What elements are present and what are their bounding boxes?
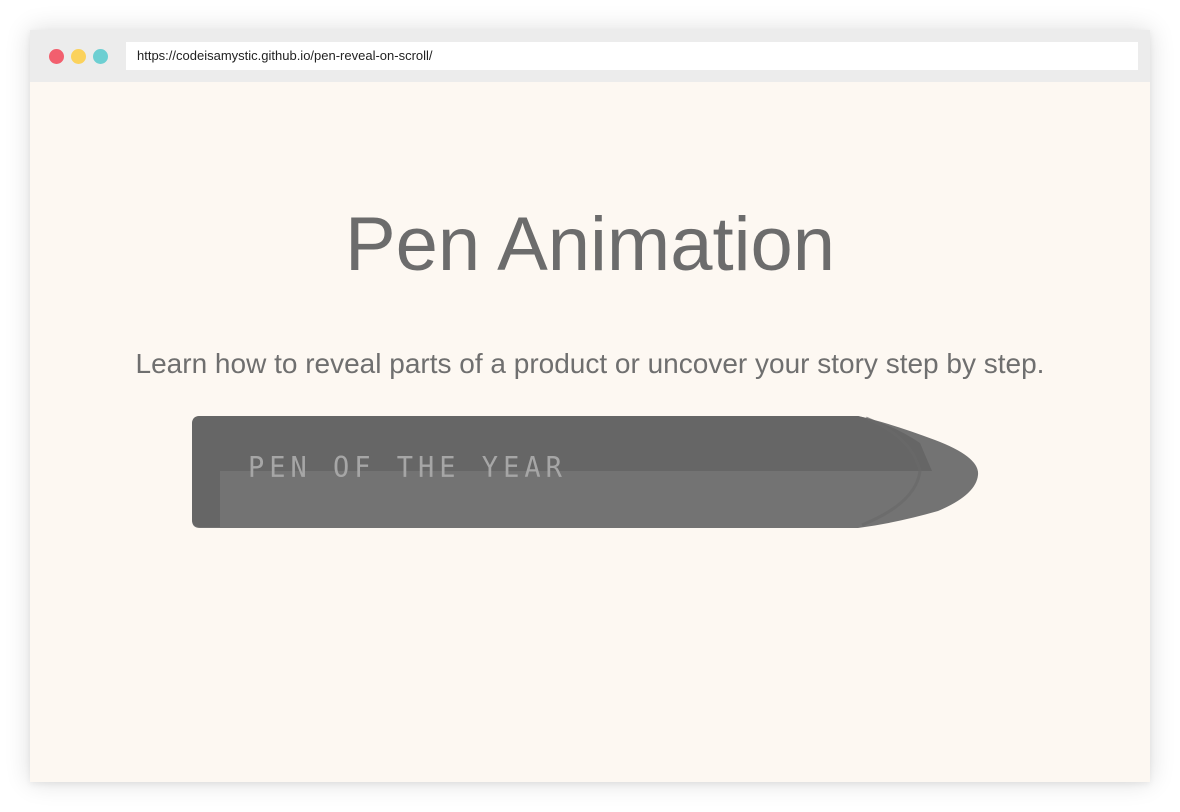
pen-label: PEN OF THE YEAR (248, 452, 567, 485)
browser-window: https://codeisamystic.github.io/pen-reve… (30, 30, 1150, 782)
pen-illustration: PEN OF THE YEAR (190, 415, 990, 535)
minimize-window-button[interactable] (71, 49, 86, 64)
address-bar[interactable]: https://codeisamystic.github.io/pen-reve… (126, 42, 1138, 70)
page-title: Pen Animation (344, 202, 836, 287)
close-window-button[interactable] (49, 49, 64, 64)
maximize-window-button[interactable] (93, 49, 108, 64)
page-content: Pen Animation Learn how to reveal parts … (30, 82, 1150, 782)
page-subtitle: Learn how to reveal parts of a product o… (135, 348, 1045, 379)
browser-titlebar: https://codeisamystic.github.io/pen-reve… (30, 30, 1150, 82)
